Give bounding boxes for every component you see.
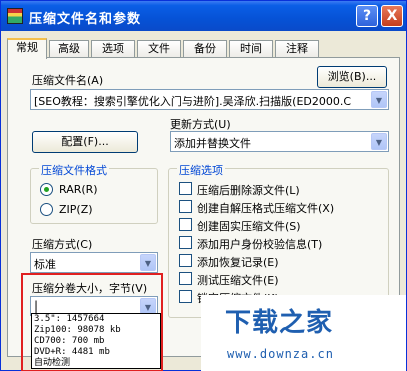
delete-after-checkbox[interactable] [179,182,192,195]
archive-name-value: [SEO教程：搜索引擎优化入门与进阶].吴泽欣.扫描版(ED2000.C [34,95,352,108]
chevron-down-icon[interactable]: ▼ [371,91,387,108]
compression-method-label: 压缩方式(C) [32,238,93,251]
tab-advanced[interactable]: 高级 [49,40,89,58]
zip-radio-label[interactable]: ZIP(Z) [59,203,93,216]
chevron-down-icon[interactable]: ▼ [140,254,156,271]
sfx-label[interactable]: 创建自解压格式压缩文件(X) [197,200,334,216]
rar-radio[interactable] [40,183,53,196]
highlight-box [21,273,163,371]
auth-info-checkbox[interactable] [179,236,192,249]
watermark-url: www.downza.cn [227,347,334,361]
title-bar[interactable]: 压缩文件名和参数 ? X [1,1,406,31]
chevron-down-icon[interactable]: ▼ [371,133,387,150]
tab-general[interactable]: 常规 [7,38,47,59]
rar-radio-label[interactable]: RAR(R) [59,183,98,196]
watermark-overlay: 下载之家 www.downza.cn [201,295,406,371]
zip-radio[interactable] [40,203,53,216]
sfx-checkbox[interactable] [179,200,192,213]
lock-archive-checkbox[interactable] [179,290,192,303]
window-title: 压缩文件名和参数 [29,12,142,27]
compression-method-value: 标准 [34,258,56,271]
archive-format-group: 压缩文件格式 RAR(R) ZIP(Z) [30,162,158,224]
tab-comment[interactable]: 注释 [275,40,319,58]
solid-checkbox[interactable] [179,218,192,231]
auth-info-label[interactable]: 添加用户身份校验信息(T) [197,236,322,252]
recovery-record-checkbox[interactable] [179,254,192,267]
winrar-app-icon [7,8,23,24]
solid-label[interactable]: 创建固实压缩文件(S) [197,218,301,234]
update-mode-select[interactable]: 添加并替换文件 ▼ [170,131,389,152]
test-archive-checkbox[interactable] [179,272,192,285]
tab-time[interactable]: 时间 [229,40,273,58]
archive-options-title: 压缩选项 [177,162,225,178]
archive-format-title: 压缩文件格式 [39,162,109,178]
help-button[interactable]: ? [356,5,378,27]
browse-button[interactable]: 浏览(B)... [317,66,387,88]
profile-button[interactable]: 配置(F)... [32,131,138,153]
watermark-logo: 下载之家 [225,308,334,338]
close-button[interactable]: X [381,5,403,27]
tab-backup[interactable]: 备份 [183,40,227,58]
compression-method-select[interactable]: 标准 ▼ [30,252,158,273]
test-archive-label[interactable]: 测试压缩文件(E) [197,272,279,288]
archive-name-label: 压缩文件名(A) [32,74,104,87]
update-mode-value: 添加并替换文件 [174,137,251,150]
delete-after-label[interactable]: 压缩后删除源文件(L) [197,182,300,198]
archive-name-combo[interactable]: [SEO教程：搜索引擎优化入门与进阶].吴泽欣.扫描版(ED2000.C ▼ [30,89,389,110]
tab-files[interactable]: 文件 [137,40,181,58]
tab-options[interactable]: 选项 [91,40,135,58]
dialog-window: 压缩文件名和参数 ? X 常规 高级 选项 文件 备份 时间 注释 压缩文件名(… [0,0,407,371]
update-mode-label: 更新方式(U) [170,118,231,131]
recovery-record-label[interactable]: 添加恢复记录(E) [197,254,279,270]
